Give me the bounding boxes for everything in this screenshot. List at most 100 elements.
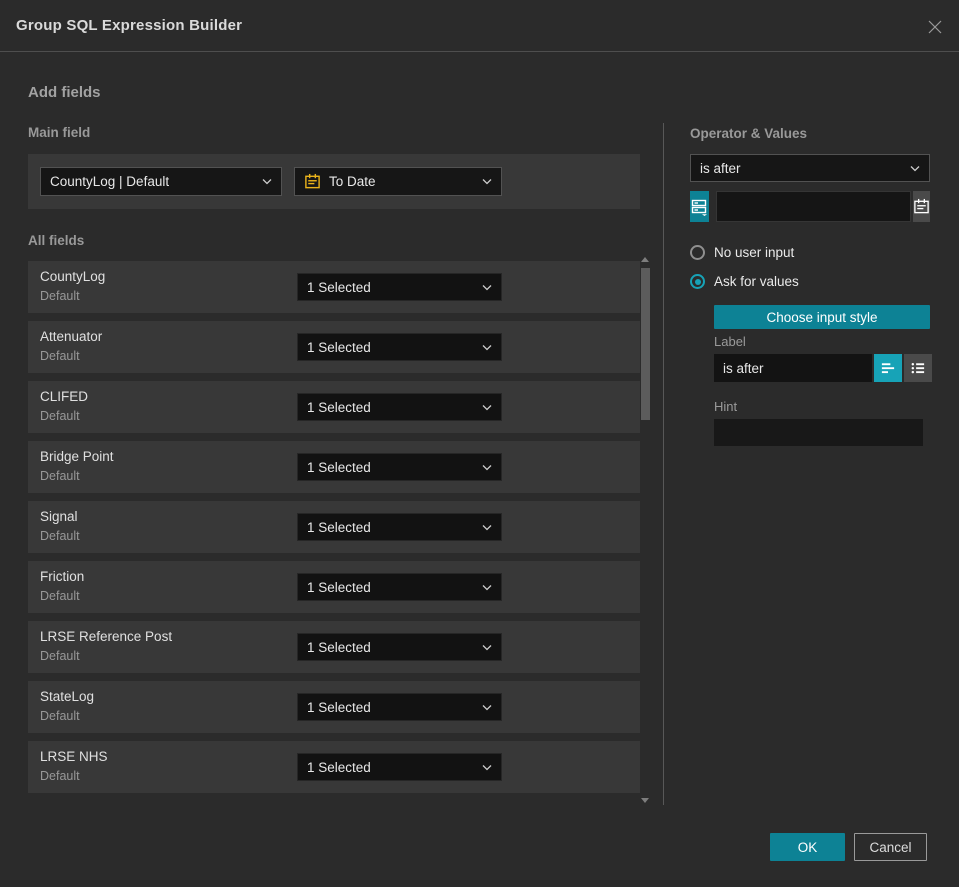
ok-button[interactable]: OK [770, 833, 845, 861]
label-caption: Label [714, 334, 746, 349]
field-selection-value: 1 Selected [307, 639, 371, 655]
value-list-style-button[interactable] [904, 354, 932, 382]
field-subtitle: Default [40, 589, 80, 603]
field-subtitle: Default [40, 709, 80, 723]
no-user-input-label[interactable]: No user input [714, 245, 794, 260]
value-input[interactable] [715, 191, 911, 222]
group-sql-expression-builder-dialog: Group SQL Expression Builder Add fields … [0, 0, 959, 887]
close-icon [928, 20, 942, 34]
field-selection-value: 1 Selected [307, 399, 371, 415]
field-name: LRSE Reference Post [40, 629, 173, 644]
cancel-button[interactable]: Cancel [854, 833, 927, 861]
stacked-values-icon [692, 199, 708, 216]
main-field-select[interactable]: CountyLog | Default [40, 167, 282, 196]
field-row: Friction Default 1 Selected [28, 561, 640, 613]
main-field-date-select[interactable]: To Date [294, 167, 502, 196]
hint-caption: Hint [714, 399, 738, 414]
field-selection-select[interactable]: 1 Selected [297, 633, 502, 661]
field-row: Attenuator Default 1 Selected [28, 321, 640, 373]
label-input[interactable] [714, 354, 872, 382]
chevron-down-icon [482, 344, 492, 350]
value-type-split-button[interactable] [690, 191, 709, 222]
field-selection-value: 1 Selected [307, 759, 371, 775]
field-subtitle: Default [40, 529, 80, 543]
main-field-date-value: To Date [329, 174, 376, 189]
label-input-row [714, 354, 932, 382]
field-selection-value: 1 Selected [307, 519, 371, 535]
date-picker-button[interactable] [912, 191, 930, 222]
operator-values-heading: Operator & Values [690, 126, 808, 141]
chevron-down-icon [482, 584, 492, 590]
field-selection-value: 1 Selected [307, 459, 371, 475]
all-fields-heading: All fields [28, 233, 85, 248]
field-row: StateLog Default 1 Selected [28, 681, 640, 733]
ask-for-values-radio-row[interactable]: Ask for values [690, 274, 799, 289]
field-selection-select[interactable]: 1 Selected [297, 573, 502, 601]
field-name: CLIFED [40, 389, 89, 404]
scroll-up-arrow-icon[interactable] [641, 257, 649, 262]
list-scrollbar[interactable] [639, 255, 651, 805]
calendar-icon [914, 198, 929, 214]
field-name: Bridge Point [40, 449, 114, 464]
field-selection-value: 1 Selected [307, 339, 371, 355]
hint-input[interactable] [714, 419, 923, 446]
main-field-heading: Main field [28, 125, 91, 140]
no-user-input-radio-row[interactable]: No user input [690, 245, 794, 260]
field-name: Friction [40, 569, 85, 584]
field-selection-value: 1 Selected [307, 579, 371, 595]
radio-unselected-icon[interactable] [690, 245, 705, 260]
field-selection-select[interactable]: 1 Selected [297, 273, 502, 301]
chevron-down-icon [482, 764, 492, 770]
ask-for-values-label[interactable]: Ask for values [714, 274, 799, 289]
single-value-style-button[interactable] [874, 354, 902, 382]
panel-divider [663, 123, 664, 805]
operator-select[interactable]: is after [690, 154, 930, 182]
field-selection-value: 1 Selected [307, 699, 371, 715]
chevron-down-icon [262, 179, 272, 185]
field-row: LRSE NHS Default 1 Selected [28, 741, 640, 793]
calendar-icon [305, 173, 320, 189]
title-bar: Group SQL Expression Builder [0, 0, 959, 52]
chevron-down-icon [482, 284, 492, 290]
field-selection-select[interactable]: 1 Selected [297, 393, 502, 421]
main-field-select-value: CountyLog | Default [50, 174, 170, 189]
chevron-down-icon [482, 704, 492, 710]
add-fields-heading: Add fields [28, 84, 101, 101]
field-selection-select[interactable]: 1 Selected [297, 513, 502, 541]
field-name: StateLog [40, 689, 95, 704]
choose-input-style-button[interactable]: Choose input style [714, 305, 930, 329]
field-row: LRSE Reference Post Default 1 Selected [28, 621, 640, 673]
field-selection-select[interactable]: 1 Selected [297, 693, 502, 721]
close-button[interactable] [927, 19, 943, 35]
bulleted-list-icon [911, 363, 925, 374]
value-input-row [690, 191, 930, 222]
field-subtitle: Default [40, 649, 80, 663]
field-subtitle: Default [40, 289, 80, 303]
operator-select-value: is after [700, 160, 741, 176]
field-row: CLIFED Default 1 Selected [28, 381, 640, 433]
field-selection-value: 1 Selected [307, 279, 371, 295]
chevron-down-icon [482, 644, 492, 650]
field-name: LRSE NHS [40, 749, 108, 764]
field-subtitle: Default [40, 349, 80, 363]
scrollbar-thumb[interactable] [641, 268, 650, 420]
scroll-down-arrow-icon[interactable] [641, 798, 649, 803]
field-row: Bridge Point Default 1 Selected [28, 441, 640, 493]
dialog-title: Group SQL Expression Builder [16, 17, 243, 34]
field-row: Signal Default 1 Selected [28, 501, 640, 553]
chevron-down-icon [482, 179, 492, 185]
field-selection-select[interactable]: 1 Selected [297, 753, 502, 781]
radio-selected-icon[interactable] [690, 274, 705, 289]
chevron-down-icon [482, 404, 492, 410]
field-subtitle: Default [40, 469, 80, 483]
field-selection-select[interactable]: 1 Selected [297, 333, 502, 361]
field-selection-select[interactable]: 1 Selected [297, 453, 502, 481]
field-name: Signal [40, 509, 78, 524]
field-name: Attenuator [40, 329, 103, 344]
chevron-down-icon [482, 464, 492, 470]
chevron-down-icon [482, 524, 492, 530]
align-left-lines-icon [881, 363, 895, 374]
chevron-down-icon [910, 165, 920, 171]
all-fields-list: CountyLog Default 1 Selected Attenuator … [28, 261, 640, 801]
field-subtitle: Default [40, 769, 80, 783]
